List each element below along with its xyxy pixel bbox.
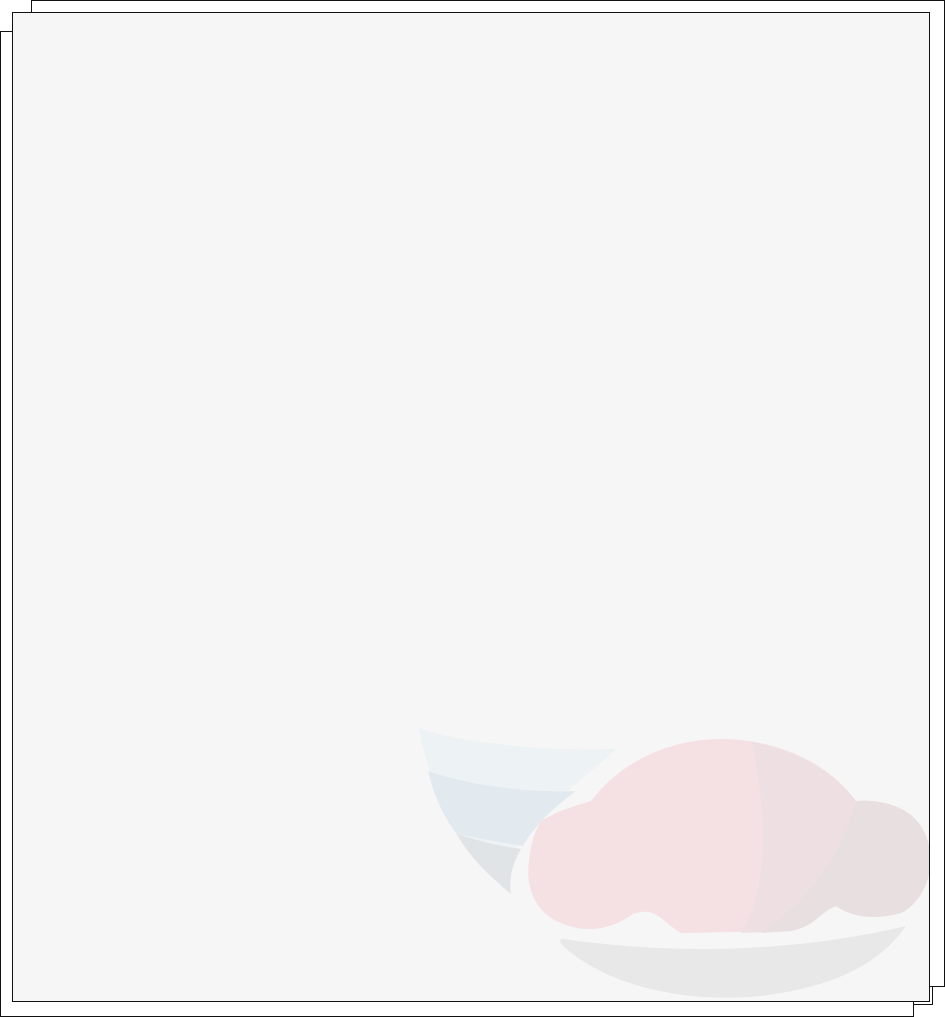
canvas	[0, 0, 945, 1017]
food-bowl-icon	[419, 728, 929, 998]
content-panel	[12, 12, 930, 1002]
